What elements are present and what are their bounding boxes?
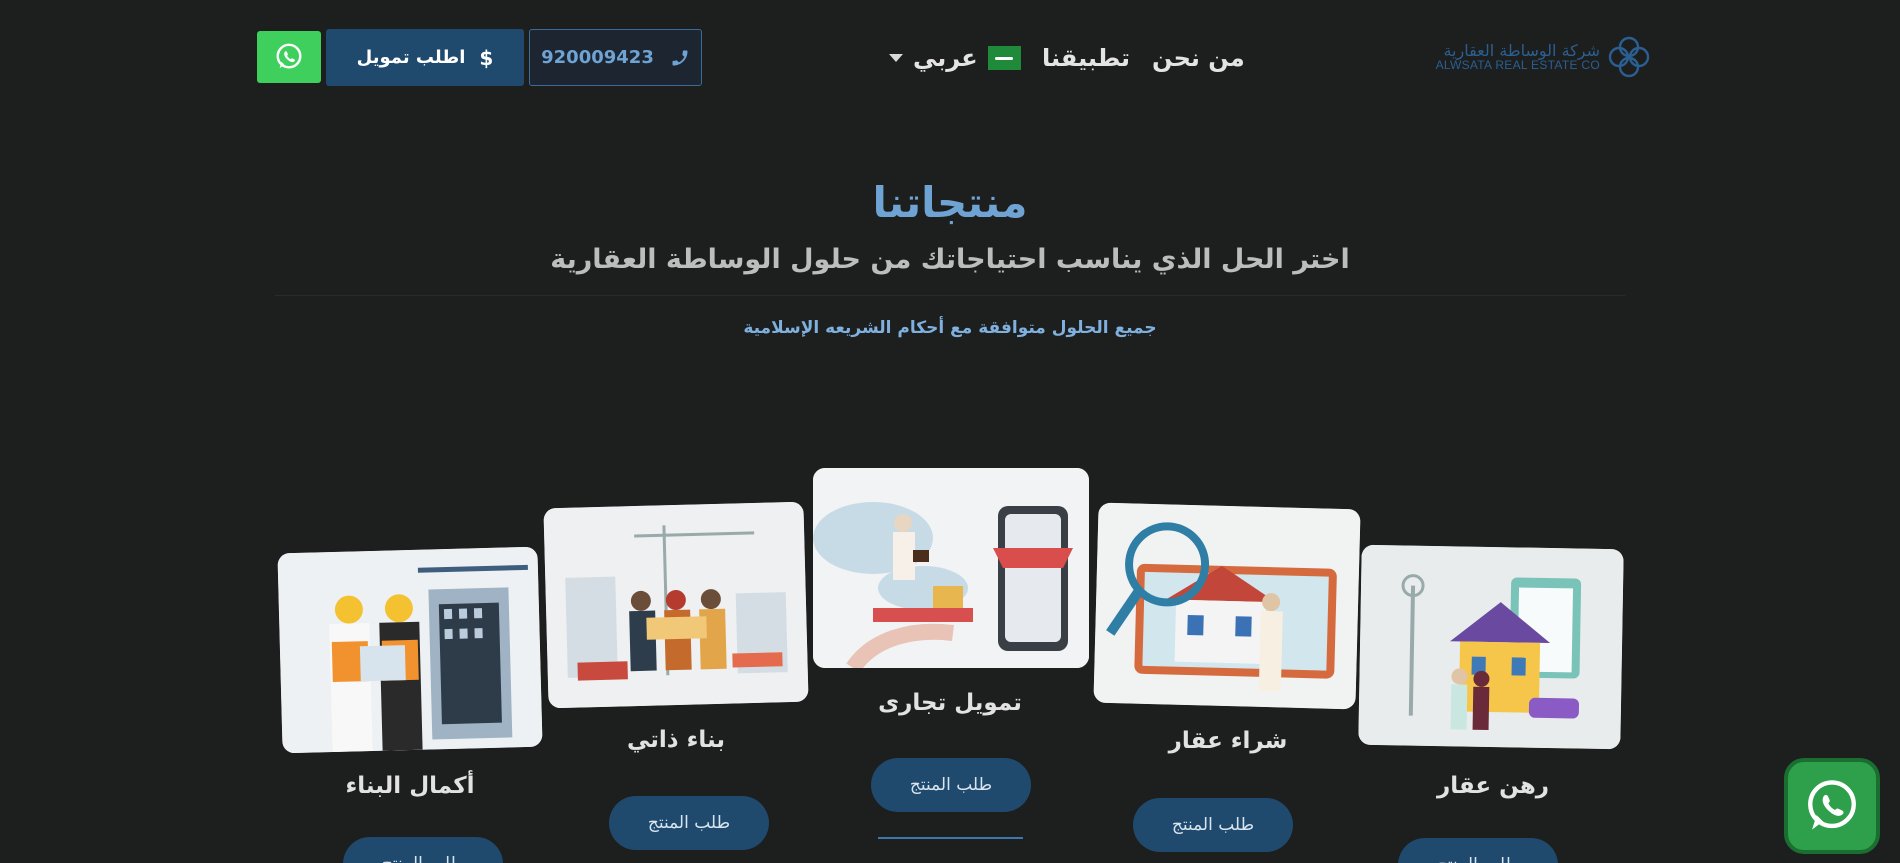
nav-apps[interactable]: تطبيقنا bbox=[1042, 40, 1130, 76]
request-product-button[interactable]: طلب المنتج bbox=[871, 758, 1031, 812]
language-label: عربي bbox=[913, 44, 978, 72]
chevron-down-icon bbox=[889, 54, 903, 62]
self-construction-illustration bbox=[543, 501, 809, 709]
logo-text: شركة الوساطة العقارية ALWSATA REAL ESTAT… bbox=[1430, 42, 1600, 73]
product-card: رهن عقار طلب المنتج bbox=[1358, 544, 1628, 863]
product-card-title: شراء عقار bbox=[1168, 728, 1288, 754]
logo-emblem-icon bbox=[1608, 36, 1650, 78]
request-product-button[interactable]: طلب المنتج bbox=[343, 837, 503, 863]
section-divider bbox=[275, 295, 1625, 296]
phone-number: 920009423 bbox=[541, 47, 654, 68]
phone-icon bbox=[672, 50, 688, 65]
saudi-flag-icon bbox=[987, 46, 1021, 70]
commercial-finance-illustration bbox=[813, 468, 1089, 668]
product-card-title: بناء ذاتي bbox=[626, 727, 726, 753]
whatsapp-icon bbox=[1808, 780, 1856, 830]
sharia-compliance-note: جميع الحلول متوافقة مع أحكام الشريعه الإ… bbox=[743, 318, 1157, 338]
product-card: تمويل تجارى طلب المنتج bbox=[811, 468, 1089, 863]
product-card: شراء عقار طلب المنتج bbox=[1093, 502, 1363, 863]
phone-button[interactable]: 920009423 bbox=[529, 29, 702, 86]
logo-arabic-text: شركة الوساطة العقارية bbox=[1443, 40, 1600, 60]
whatsapp-icon bbox=[276, 43, 302, 69]
whatsapp-button[interactable] bbox=[257, 31, 321, 83]
product-card-title: رهن عقار bbox=[1436, 773, 1550, 799]
property-mortgage-illustration bbox=[1358, 544, 1624, 750]
products-title: منتجاتنا bbox=[872, 178, 1028, 227]
products-subtitle: اختر الحل الذي يناسب احتياجاتك من حلول ا… bbox=[550, 244, 1350, 275]
finance-button-label: اطلب تمويل bbox=[356, 47, 466, 68]
request-finance-button[interactable]: اطلب تمويل $ bbox=[326, 29, 524, 86]
active-card-indicator bbox=[878, 837, 1023, 839]
product-card-title: أكمال البناء bbox=[345, 773, 475, 799]
product-card-title: تمويل تجارى bbox=[878, 690, 1022, 716]
property-purchase-illustration bbox=[1093, 502, 1361, 710]
site-header: اطلب تمويل $ 920009423 عربي تطبيقنا من ن… bbox=[0, 0, 1900, 115]
request-product-button[interactable]: طلب المنتج bbox=[1398, 838, 1558, 863]
dollar-icon: $ bbox=[479, 45, 494, 70]
language-selector[interactable]: عربي bbox=[889, 40, 1021, 76]
request-product-button[interactable]: طلب المنتج bbox=[1133, 798, 1293, 852]
company-logo[interactable]: شركة الوساطة العقارية ALWSATA REAL ESTAT… bbox=[1430, 30, 1652, 84]
floating-whatsapp-button[interactable] bbox=[1784, 758, 1880, 854]
request-product-button[interactable]: طلب المنتج bbox=[609, 796, 769, 850]
product-card: أكمال البناء طلب المنتج bbox=[275, 545, 545, 863]
nav-about[interactable]: من نحن bbox=[1152, 40, 1245, 76]
logo-english-text: ALWSATA REAL ESTATE CO bbox=[1435, 58, 1600, 73]
product-card: بناء ذاتي طلب المنتج bbox=[541, 501, 811, 863]
construction-workers-illustration bbox=[277, 546, 543, 754]
